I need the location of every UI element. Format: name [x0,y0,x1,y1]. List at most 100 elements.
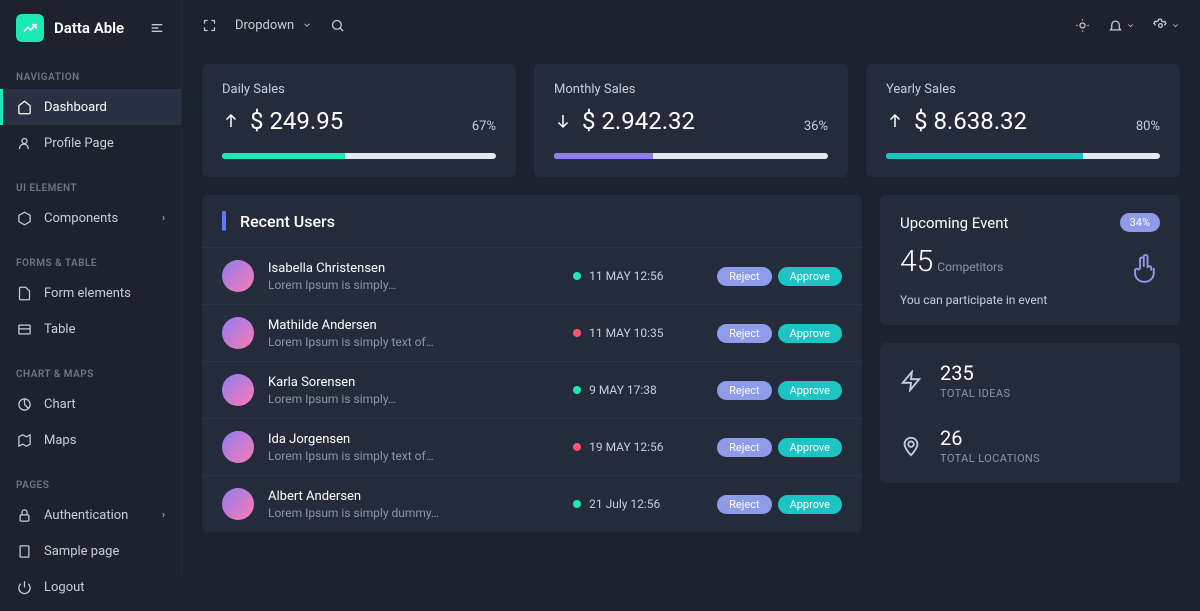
accent-bar [222,211,226,231]
nav-header-ui: UI ELEMENT [0,173,181,200]
chevron-down-icon [302,20,312,30]
user-row: Isabella Christensen Lorem Ipsum is simp… [202,247,862,304]
card-title: Upcoming Event [900,214,1008,232]
stat-label: Monthly Sales [554,82,828,97]
status-dot [573,386,581,394]
settings-icon[interactable] [1153,18,1180,33]
user-row: Mathilde Andersen Lorem Ipsum is simply … [202,304,862,361]
user-name: Isabella Christensen [268,261,559,276]
sidebar: Datta Able NAVIGATION Dashboard Profile … [0,0,182,574]
sidebar-item-profile[interactable]: Profile Page [0,125,181,161]
approve-button[interactable]: Approve [778,438,842,457]
sidebar-item-components[interactable]: Components › [0,200,181,236]
notifications-icon[interactable] [1108,18,1135,33]
avatar [222,374,254,406]
user-row: Karla Sorensen Lorem Ipsum is simply… 9 … [202,361,862,418]
sidebar-collapse-icon[interactable] [149,20,165,36]
user-name: Karla Sorensen [268,375,559,390]
stat-value: $ 8.638.32 [914,107,1027,135]
theme-icon[interactable] [1075,18,1090,33]
sidebar-item-auth[interactable]: Authentication › [0,497,181,533]
progress-fill [886,153,1083,159]
user-subtitle: Lorem Ipsum is simply text of… [268,335,559,349]
total-locations-label: TOTAL LOCATIONS [940,452,1040,465]
sidebar-item-chart[interactable]: Chart [0,386,181,422]
approve-button[interactable]: Approve [778,381,842,400]
user-date: 21 July 12:56 [589,497,660,511]
stat-value: $ 2.942.32 [582,107,695,135]
arrow-up-icon [222,112,240,130]
avatar [222,488,254,520]
box-icon [16,210,32,226]
sidebar-item-dashboard[interactable]: Dashboard [0,89,181,125]
percent-badge: 34% [1120,213,1160,232]
stat-percent: 80% [1136,119,1160,134]
user-date: 19 MAY 12:56 [589,440,663,454]
user-name: Mathilde Andersen [268,318,559,333]
nav-header-chart: CHART & MAPS [0,359,181,386]
reject-button[interactable]: Reject [717,381,771,400]
sidebar-item-maps[interactable]: Maps [0,422,181,458]
topbar-dropdown[interactable]: Dropdown [235,18,312,33]
sidebar-item-form-elements[interactable]: Form elements [0,275,181,311]
reject-button[interactable]: Reject [717,267,771,286]
victory-hand-icon [1130,253,1160,283]
event-count: 45 [900,244,933,279]
sidebar-item-sample[interactable]: Sample page [0,533,181,569]
arrow-down-icon [554,112,572,130]
file-icon [16,285,32,301]
user-subtitle: Lorem Ipsum is simply… [268,278,559,292]
home-icon [16,99,32,115]
total-ideas-label: TOTAL IDEAS [940,387,1010,400]
fullscreen-icon[interactable] [202,18,217,33]
stat-card-0: Daily Sales $ 249.95 67% [202,64,516,177]
nav-label: Form elements [44,286,131,301]
stat-label: Daily Sales [222,82,496,97]
event-label: Competitors [937,260,1003,274]
lock-icon [16,507,32,523]
reject-button[interactable]: Reject [717,324,771,343]
nav-label: Maps [44,433,76,448]
avatar [222,317,254,349]
map-icon [16,432,32,448]
totals-card: 235 TOTAL IDEAS 26 TOTAL LOCATIONS [880,343,1180,483]
user-subtitle: Lorem Ipsum is simply dummy… [268,506,559,520]
user-name: Albert Andersen [268,489,559,504]
brand[interactable]: Datta Able [0,0,181,56]
pin-icon [900,435,922,457]
search-icon[interactable] [330,18,345,33]
total-locations-value: 26 [940,426,1040,450]
nav-label: Table [44,322,75,337]
recent-users-card: Recent Users Isabella Christensen Lorem … [202,195,862,532]
nav-label: Components [44,211,118,226]
nav-label: Chart [44,397,76,412]
reject-button[interactable]: Reject [717,438,771,457]
power-icon [16,579,32,595]
status-dot [573,272,581,280]
approve-button[interactable]: Approve [778,495,842,514]
nav-label: Logout [44,580,85,595]
stat-card-2: Yearly Sales $ 8.638.32 80% [866,64,1180,177]
user-row: Albert Andersen Lorem Ipsum is simply du… [202,475,862,532]
approve-button[interactable]: Approve [778,267,842,286]
nav-header-navigation: NAVIGATION [0,62,181,89]
brand-icon [16,14,44,42]
event-description: You can participate in event [900,293,1160,307]
card-title: Recent Users [240,212,335,231]
nav-label: Profile Page [44,136,114,151]
user-subtitle: Lorem Ipsum is simply text of… [268,449,559,463]
stat-percent: 67% [472,119,496,134]
reject-button[interactable]: Reject [717,495,771,514]
nav-label: Sample page [44,544,119,559]
sidebar-item-table[interactable]: Table [0,311,181,347]
progress-fill [222,153,345,159]
sidebar-item-logout[interactable]: Logout [0,569,181,605]
approve-button[interactable]: Approve [778,324,842,343]
page-icon [16,543,32,559]
user-name: Ida Jorgensen [268,432,559,447]
stat-card-1: Monthly Sales $ 2.942.32 36% [534,64,848,177]
user-row: Ida Jorgensen Lorem Ipsum is simply text… [202,418,862,475]
nav-label: Authentication [44,508,128,523]
avatar [222,431,254,463]
user-subtitle: Lorem Ipsum is simply… [268,392,559,406]
